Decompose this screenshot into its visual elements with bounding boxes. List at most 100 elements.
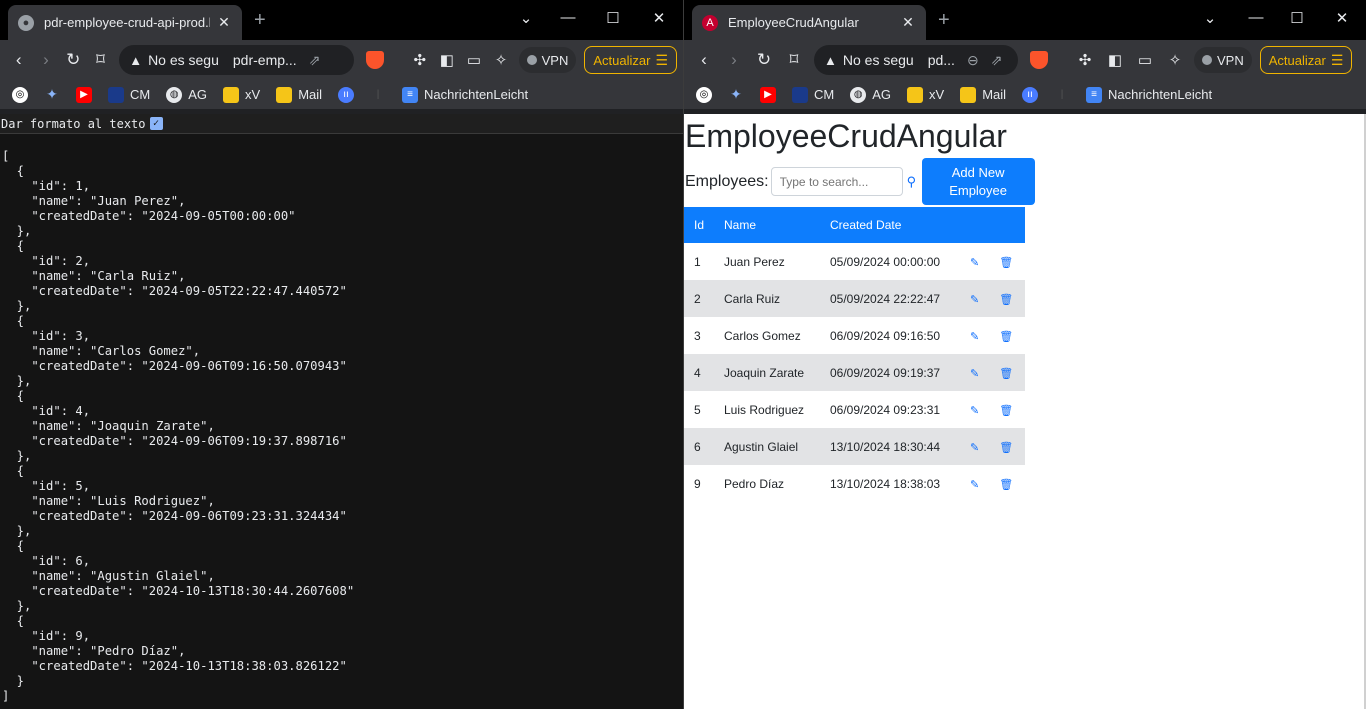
update-button[interactable]: Actualizar ☰ [584, 46, 678, 74]
bookmark-nachrichtenleicht[interactable]: ≡ NachrichtenLeicht [402, 86, 528, 103]
table-header-row: Id Name Created Date [684, 207, 1025, 243]
tab-json-api[interactable]: ● pdr-employee-crud-api-prod.b ✕ [8, 5, 242, 40]
zoom-icon[interactable]: ⊖ [967, 52, 979, 69]
sidebar-icon[interactable]: ◧ [1100, 51, 1130, 69]
extensions-icon[interactable]: ✣ [406, 51, 433, 69]
maximize-icon[interactable]: ☐ [603, 9, 623, 27]
blank-bookmark[interactable]: | [1054, 87, 1076, 103]
bookmark-xv[interactable]: xV [907, 86, 944, 103]
vpn-button[interactable]: VPN [1194, 47, 1252, 73]
update-button[interactable]: Actualizar ☰ [1259, 46, 1353, 74]
edit-icon[interactable]: ✎ [970, 331, 979, 343]
youtube-icon: ▶ [760, 86, 776, 103]
tab-angular-app[interactable]: A EmployeeCrudAngular ✕ [692, 5, 926, 40]
table-row: 3 Carlos Gomez 06/09/2024 09:16:50 ✎ 🗑 [684, 317, 1025, 354]
cell-created-date: 13/10/2024 18:30:44 [830, 439, 941, 454]
column-header-actions [960, 207, 1025, 243]
tab-search-chevron-icon[interactable]: ⌄ [1200, 9, 1220, 27]
share-icon[interactable]: ⇗ [309, 52, 321, 69]
address-bar[interactable]: ▲ No es segu pdr-emp... ⇗ [119, 45, 355, 75]
openai-bookmark[interactable]: ◎ [12, 86, 34, 103]
bookmark-mail[interactable]: Mail [960, 86, 1006, 103]
edit-icon[interactable]: ✎ [970, 257, 979, 269]
app-bookmark[interactable]: ıı [1022, 86, 1044, 103]
edit-icon[interactable]: ✎ [970, 405, 979, 417]
share-icon[interactable]: ⇗ [991, 52, 1003, 69]
bookmark-mail[interactable]: Mail [276, 86, 322, 103]
bookmark-ag[interactable]: ◍ AG [166, 86, 208, 103]
add-employee-button[interactable]: Add New Employee [921, 158, 1035, 205]
bookmark-xv[interactable]: xV [223, 86, 260, 103]
cell-id: 3 [694, 328, 701, 343]
reload-icon[interactable]: ↻ [750, 50, 778, 70]
extensions-icon[interactable]: ✣ [1070, 51, 1100, 69]
delete-icon[interactable]: 🗑 [999, 368, 1013, 380]
table-row: 6 Agustin Glaiel 13/10/2024 18:30:44 ✎ 🗑 [684, 428, 1025, 465]
minimize-icon[interactable]: — [558, 9, 578, 26]
delete-icon[interactable]: 🗑 [999, 442, 1013, 454]
globe-icon: ● [18, 14, 34, 31]
forward-icon[interactable]: › [720, 50, 748, 70]
search-icon[interactable]: ⚲ [907, 174, 919, 190]
delete-icon[interactable]: 🗑 [999, 331, 1013, 343]
close-tab-icon[interactable]: ✕ [900, 14, 916, 31]
address-bar[interactable]: ▲ No es segu pd... ⊖ ⇗ [814, 45, 1018, 75]
bookmark-ag[interactable]: ◍ AG [850, 86, 891, 103]
search-input[interactable] [770, 167, 903, 196]
openai-bookmark[interactable]: ◎ [696, 86, 718, 103]
pretty-print-checkbox[interactable]: ✓ [149, 117, 163, 130]
back-icon[interactable]: ‹ [690, 50, 718, 70]
bookmark-label: AG [188, 87, 208, 102]
wallet-icon[interactable]: ▭ [1130, 51, 1160, 69]
delete-icon[interactable]: 🗑 [999, 479, 1013, 491]
column-header-id: Id [694, 218, 705, 232]
forward-icon[interactable]: › [33, 50, 58, 70]
edit-icon[interactable]: ✎ [970, 368, 979, 380]
gemini-bookmark[interactable]: ✦ [44, 86, 66, 103]
angular-app-page: EmployeeCrudAngular Employees: ⚲ Add New… [684, 114, 1366, 709]
edit-icon[interactable]: ✎ [970, 442, 979, 454]
reload-icon[interactable]: ↻ [61, 50, 86, 70]
delete-icon[interactable]: 🗑 [999, 294, 1013, 306]
leo-icon[interactable]: ✧ [488, 51, 515, 69]
left-browser-window: ● pdr-employee-crud-api-prod.b ✕ + ⌄ — ☐… [0, 0, 683, 709]
bookmark-icon[interactable]: ⌑ [88, 50, 113, 70]
update-label: Actualizar [593, 52, 651, 68]
blank-bookmark[interactable]: | [370, 87, 392, 103]
cell-id: 4 [694, 365, 701, 380]
vpn-label: VPN [541, 52, 569, 68]
close-window-icon[interactable]: ✕ [1332, 9, 1352, 27]
cell-created-date: 05/09/2024 22:22:47 [830, 291, 941, 306]
sidebar-icon[interactable]: ◧ [433, 51, 460, 69]
close-tab-icon[interactable]: ✕ [216, 14, 232, 31]
minimize-icon[interactable]: — [1246, 9, 1266, 26]
new-tab-icon[interactable]: + [938, 9, 950, 32]
maximize-icon[interactable]: ☐ [1287, 9, 1307, 27]
back-icon[interactable]: ‹ [6, 50, 31, 70]
wallet-icon[interactable]: ▭ [460, 51, 487, 69]
bookmark-cm[interactable]: CM [792, 86, 834, 103]
brave-shields-icon[interactable] [1030, 51, 1048, 69]
edit-icon[interactable]: ✎ [970, 294, 979, 306]
vpn-button[interactable]: VPN [518, 47, 577, 73]
youtube-bookmark[interactable]: ▶ [760, 86, 782, 103]
leo-icon[interactable]: ✧ [1160, 51, 1190, 69]
edit-icon[interactable]: ✎ [970, 479, 979, 491]
youtube-bookmark[interactable]: ▶ [76, 86, 98, 103]
cell-name: Pedro Díaz [724, 476, 785, 491]
new-tab-icon[interactable]: + [254, 9, 266, 32]
gemini-bookmark[interactable]: ✦ [728, 86, 750, 103]
cell-name: Juan Perez [724, 254, 785, 269]
close-window-icon[interactable]: ✕ [649, 9, 669, 27]
cell-created-date: 06/09/2024 09:23:31 [830, 402, 941, 417]
angular-icon: A [702, 14, 718, 31]
delete-icon[interactable]: 🗑 [999, 405, 1013, 417]
table-row: 4 Joaquin Zarate 06/09/2024 09:19:37 ✎ 🗑 [684, 354, 1025, 391]
bookmark-cm[interactable]: CM [108, 86, 150, 103]
delete-icon[interactable]: 🗑 [999, 257, 1013, 269]
bookmark-nachrichtenleicht[interactable]: ≡ NachrichtenLeicht [1086, 86, 1212, 103]
bookmark-icon[interactable]: ⌑ [780, 50, 808, 70]
app-bookmark[interactable]: ıı [338, 86, 360, 103]
brave-shields-icon[interactable] [366, 51, 385, 69]
tab-search-chevron-icon[interactable]: ⌄ [516, 9, 536, 27]
